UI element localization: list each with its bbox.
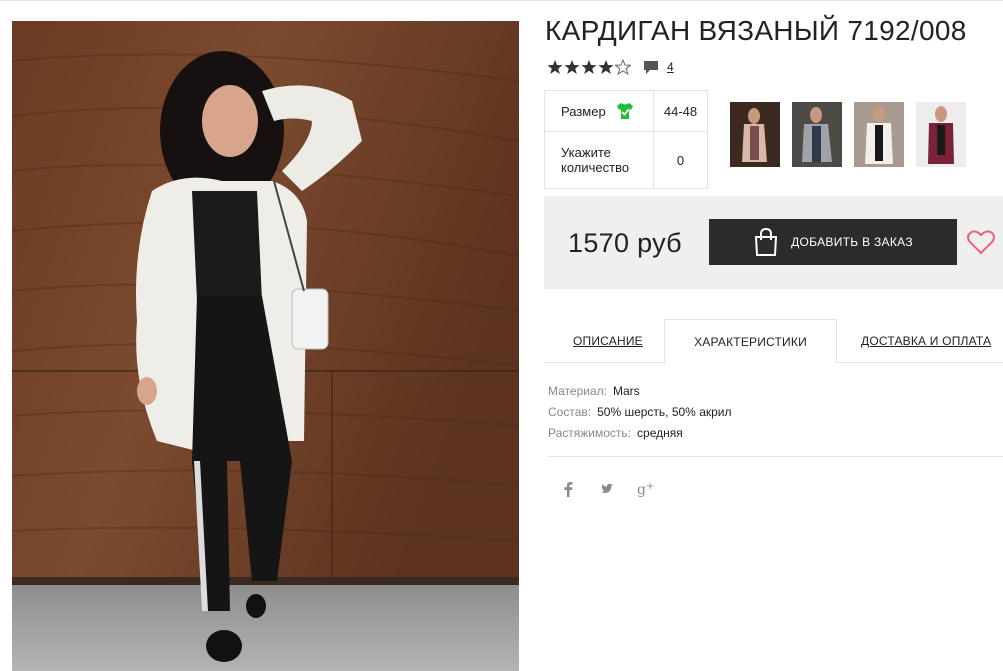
product-price: 1570 руб bbox=[568, 228, 682, 258]
char-row: Материал: Mars bbox=[548, 381, 732, 402]
price-panel: 1570 руб ДОБАВИТЬ В ЗАКАЗ bbox=[544, 196, 1003, 289]
tab-description[interactable]: ОПИСАНИЕ bbox=[573, 319, 643, 363]
thumbnail-2[interactable] bbox=[792, 102, 842, 167]
svg-text:g: g bbox=[637, 482, 646, 498]
add-to-order-label: ДОБАВИТЬ В ЗАКАЗ bbox=[791, 235, 913, 249]
heart-icon[interactable] bbox=[967, 229, 995, 255]
char-key: Растяжимость: bbox=[548, 426, 632, 440]
comment-bubble-icon[interactable] bbox=[643, 59, 659, 75]
tab-characteristics[interactable]: ХАРАКТЕРИСТИКИ bbox=[664, 319, 837, 364]
twitter-icon[interactable] bbox=[598, 480, 614, 498]
char-value: Mars bbox=[612, 384, 640, 398]
tab-delivery[interactable]: ДОСТАВКА И ОПЛАТА bbox=[861, 319, 991, 363]
google-plus-icon[interactable]: g + bbox=[636, 480, 656, 498]
thumbnail-4[interactable] bbox=[916, 102, 966, 167]
char-row: Растяжимость: средняя bbox=[548, 423, 732, 444]
social-share: g + bbox=[560, 480, 678, 498]
quantity-input[interactable]: 0 bbox=[654, 132, 707, 188]
char-value: средняя bbox=[637, 426, 683, 440]
star-icon bbox=[615, 59, 631, 75]
star-icon bbox=[581, 60, 597, 74]
char-row: Состав: 50% шерсть, 50% акрил bbox=[548, 402, 732, 423]
thumbnail-3[interactable] bbox=[854, 102, 904, 167]
size-label-cell: Размер bbox=[545, 91, 654, 131]
char-key: Состав: bbox=[548, 405, 592, 419]
quantity-row: Укажите количество 0 bbox=[545, 132, 707, 188]
tshirt-check-icon bbox=[616, 103, 633, 119]
star-icon bbox=[564, 60, 580, 74]
svg-text:+: + bbox=[646, 481, 654, 492]
top-divider bbox=[0, 0, 1003, 1]
add-to-order-button[interactable]: ДОБАВИТЬ В ЗАКАЗ bbox=[709, 219, 957, 265]
thumbnail-1[interactable] bbox=[730, 102, 780, 167]
tab-characteristics-label: ХАРАКТЕРИСТИКИ bbox=[694, 334, 807, 349]
size-label: Размер bbox=[561, 103, 606, 119]
size-value[interactable]: 44-48 bbox=[654, 91, 707, 131]
size-quantity-table: Размер 44-48 Укажите количество 0 bbox=[544, 90, 708, 189]
main-product-photo[interactable] bbox=[12, 21, 519, 671]
product-thumbnails bbox=[730, 102, 966, 167]
size-row: Размер 44-48 bbox=[545, 91, 707, 132]
char-value: 50% шерсть, 50% акрил bbox=[597, 405, 732, 419]
product-title: КАРДИГАН ВЯЗАНЫЙ 7192/008 bbox=[545, 15, 967, 46]
product-tabs: ОПИСАНИЕ ХАРАКТЕРИСТИКИ ДОСТАВКА И ОПЛАТ… bbox=[544, 319, 1003, 364]
tab-description-label: ОПИСАНИЕ bbox=[573, 334, 643, 348]
star-icon bbox=[547, 60, 563, 74]
tab-delivery-label: ДОСТАВКА И ОПЛАТА bbox=[861, 334, 992, 348]
rating-row: 4 bbox=[547, 57, 674, 77]
star-icon bbox=[598, 60, 614, 74]
review-count-link[interactable]: 4 bbox=[667, 60, 674, 74]
quantity-label: Укажите количество bbox=[545, 132, 654, 188]
section-divider bbox=[548, 456, 1003, 457]
char-key: Материал: bbox=[548, 384, 607, 398]
facebook-icon[interactable] bbox=[560, 480, 576, 498]
characteristics-list: Материал: Mars Состав: 50% шерсть, 50% акр… bbox=[548, 381, 732, 444]
shopping-bag-icon bbox=[755, 228, 778, 256]
rating-stars bbox=[547, 59, 631, 75]
